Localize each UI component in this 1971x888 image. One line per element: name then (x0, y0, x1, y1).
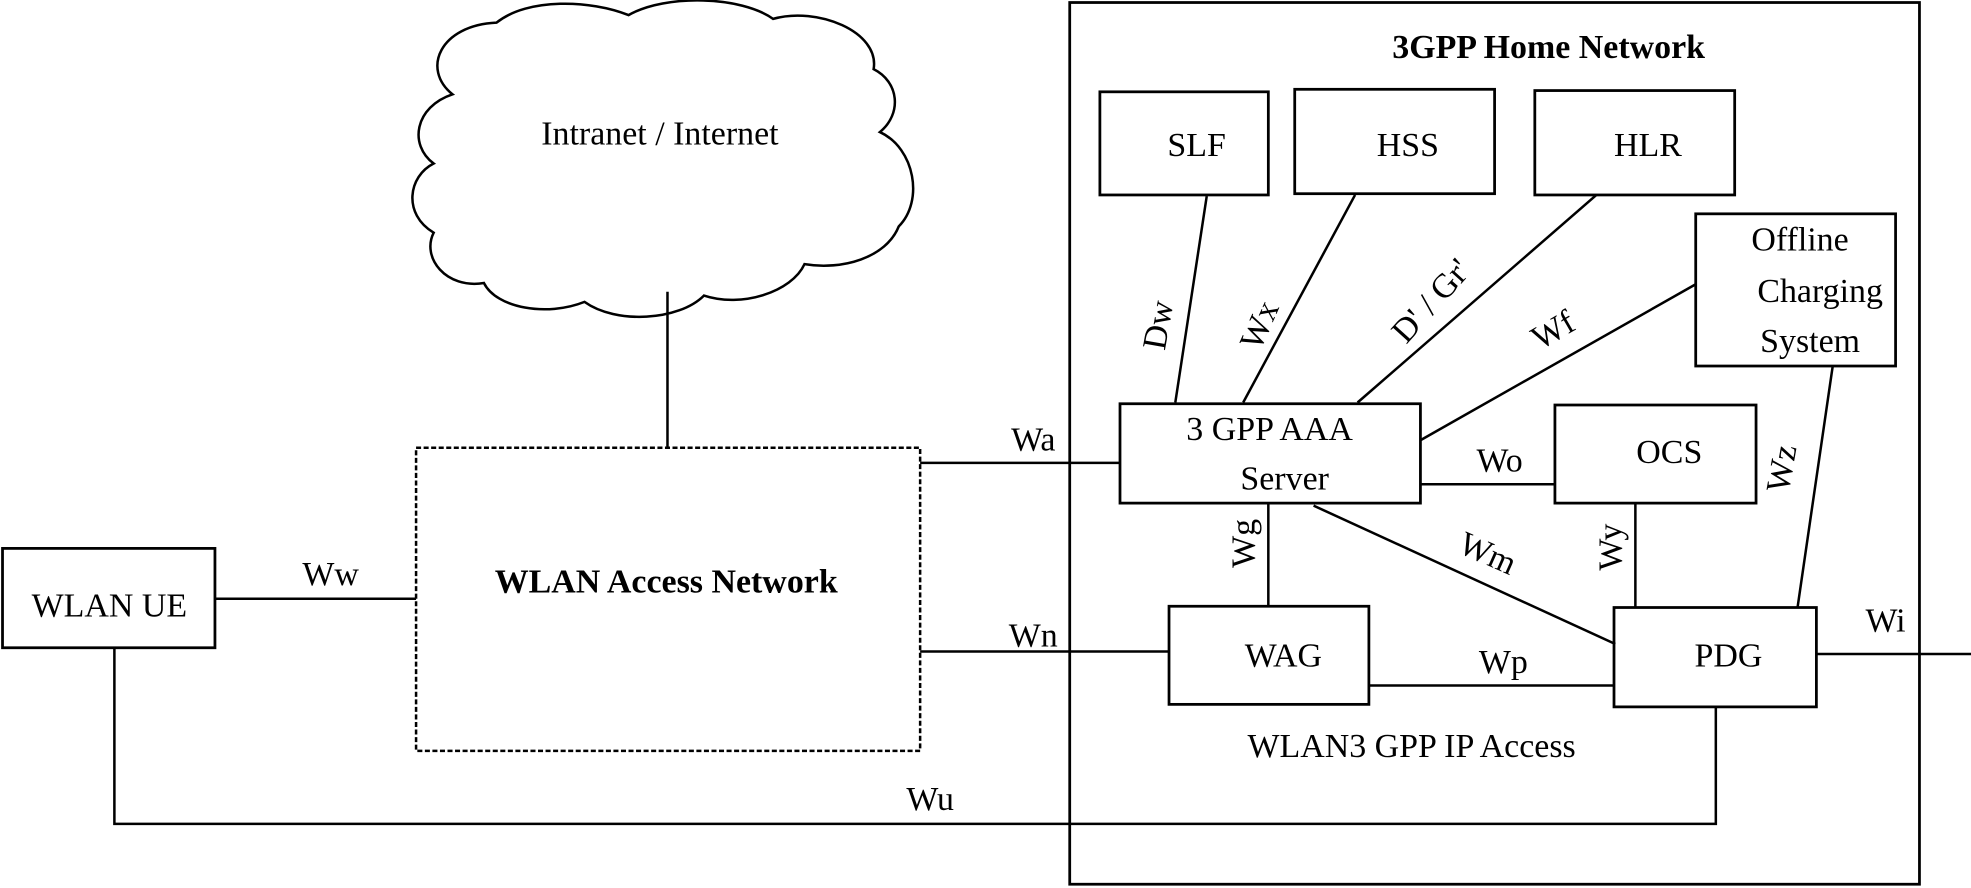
interface-label-wy: Wy (1593, 524, 1630, 571)
ocs-label: OCS (1636, 434, 1702, 471)
wlan-ue-label: WLAN UE (32, 587, 187, 624)
interface-label-wo: Wo (1476, 443, 1522, 480)
interface-label-wi: Wi (1865, 602, 1905, 639)
hlr-label: HLR (1614, 127, 1682, 164)
link-wz (1796, 365, 1834, 608)
ip-access-label: WLAN3 GPP IP Access (1247, 728, 1575, 765)
interface-label-wa: Wa (1011, 421, 1055, 458)
aaa-server-line2: Server (1240, 460, 1329, 497)
interface-label-ww: Ww (302, 556, 359, 593)
interface-label-dw: Dw (1136, 297, 1181, 352)
home-network-title: 3GPP Home Network (1392, 29, 1705, 66)
interface-label-wu: Wu (906, 781, 954, 818)
interface-label-wn: Wn (1009, 617, 1058, 654)
internet-cloud-shape (411, 0, 915, 319)
hss-label: HSS (1377, 127, 1439, 164)
offline-charging-line2: Charging (1757, 273, 1883, 310)
aaa-server-line1: 3 GPP AAA (1186, 411, 1353, 448)
offline-charging-line1: Offline (1751, 221, 1848, 258)
offline-charging-line3: System (1760, 323, 1860, 360)
pdg-label: PDG (1694, 638, 1762, 675)
interface-label-d-gr: D' / Gr' (1385, 252, 1479, 350)
interface-label-wg: Wg (1226, 519, 1263, 568)
interface-label-wp: Wp (1479, 644, 1528, 681)
cloud-label: Intranet / Internet (541, 116, 779, 153)
link-d-gr (1356, 194, 1598, 404)
interface-label-wz: Wz (1760, 442, 1805, 495)
link-dw (1174, 196, 1208, 403)
network-architecture-diagram: 3GPP Home Network Intranet / Internet WL… (1, 0, 1971, 886)
slf-label: SLF (1167, 127, 1225, 164)
wag-label: WAG (1245, 638, 1322, 675)
interface-label-wf: Wf (1525, 303, 1582, 357)
wlan-access-network-label: WLAN Access Network (495, 563, 838, 600)
interface-label-wx: Wx (1233, 295, 1287, 355)
